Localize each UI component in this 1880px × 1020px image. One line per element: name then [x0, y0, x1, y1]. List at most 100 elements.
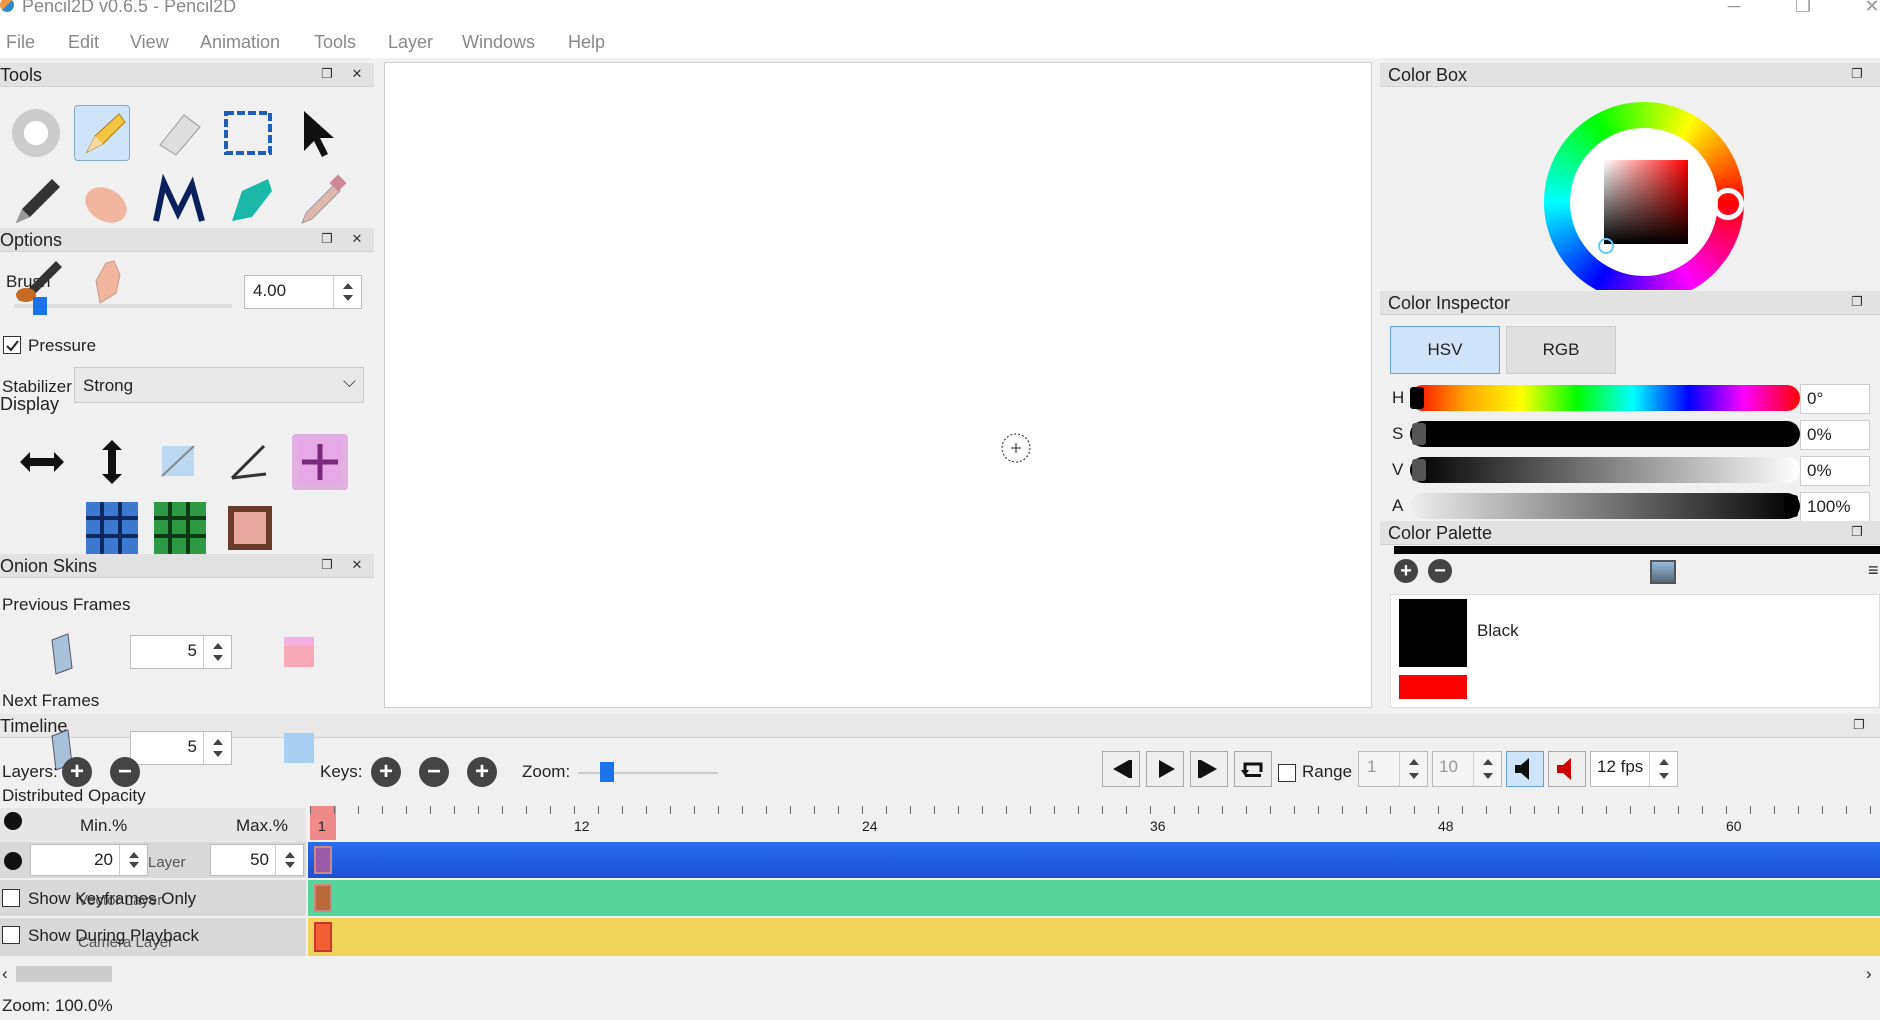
alpha-value[interactable]: 100%	[1800, 492, 1870, 522]
pressure-checkbox[interactable]	[3, 336, 21, 354]
pen-tool-icon[interactable]	[8, 173, 64, 229]
add-layer-icon[interactable]: +	[62, 757, 92, 787]
select-tool-icon[interactable]	[220, 105, 276, 161]
value-value[interactable]: 0%	[1800, 456, 1870, 486]
vertical-flip-icon[interactable]	[84, 434, 140, 490]
next-onion-color-swatch[interactable]	[284, 733, 314, 763]
maximize-icon[interactable]: ❐	[1783, 0, 1823, 22]
range-end-spinbox[interactable]: 10	[1432, 751, 1502, 787]
polyline-tool-icon[interactable]	[150, 173, 206, 229]
hue-value[interactable]: 0°	[1800, 384, 1870, 414]
close-panel-icon[interactable]: ✕	[350, 232, 364, 246]
size-spinbox[interactable]: 4.00	[244, 275, 362, 309]
float-icon[interactable]: ❐	[320, 558, 334, 572]
value-slider[interactable]	[1410, 457, 1800, 483]
timeline-scrollbar[interactable]: ‹ ›	[0, 962, 1880, 986]
range-checkbox[interactable]	[1278, 764, 1296, 782]
play-icon[interactable]	[1146, 751, 1184, 787]
chevron-left-icon[interactable]: ‹	[2, 964, 8, 984]
overlay-center-icon[interactable]	[292, 434, 348, 490]
sound-on-icon[interactable]	[1506, 751, 1544, 787]
loop-icon[interactable]	[1234, 751, 1272, 787]
timeline-zoom-track[interactable]	[578, 772, 718, 774]
play-next-frame-icon[interactable]	[1190, 751, 1228, 787]
overlay-thirds-icon[interactable]	[152, 434, 208, 490]
hue-slider[interactable]	[1410, 385, 1800, 411]
bucket-tool-icon[interactable]	[222, 173, 278, 229]
palette-menu-icon[interactable]: ≡	[1868, 560, 1879, 581]
menu-windows[interactable]: Windows	[462, 32, 535, 53]
prev-onion-color-swatch[interactable]	[284, 637, 314, 667]
timeline-ruler[interactable]: 1 12 24 36 48 60	[310, 806, 1880, 840]
previous-frames-spinbox[interactable]: 5	[130, 635, 232, 669]
show-keyframes-checkbox[interactable]	[2, 889, 20, 907]
float-icon[interactable]: ❐	[1850, 295, 1864, 309]
eraser-tool-icon[interactable]	[150, 105, 206, 161]
alpha-slider[interactable]	[1410, 493, 1800, 519]
keyframe[interactable]	[314, 884, 332, 912]
range-start-spinbox[interactable]: 1	[1358, 751, 1428, 787]
layer-visibility-icon[interactable]	[4, 852, 22, 870]
remove-color-icon[interactable]: −	[1428, 559, 1452, 583]
add-key-icon[interactable]: +	[371, 757, 401, 787]
remove-key-icon[interactable]: −	[419, 757, 449, 787]
menu-view[interactable]: View	[130, 32, 169, 53]
tab-hsv[interactable]: HSV	[1390, 326, 1500, 374]
add-color-icon[interactable]: +	[1394, 559, 1418, 583]
camera-border-icon[interactable]	[222, 500, 278, 556]
float-icon[interactable]: ❐	[1850, 67, 1864, 81]
palette-swatch-black[interactable]	[1399, 599, 1467, 667]
saturation-value-square[interactable]	[1604, 160, 1688, 244]
layer-row-1[interactable]: Layer 20 50	[0, 842, 306, 878]
menu-layer[interactable]: Layer	[388, 32, 433, 53]
tab-rgb[interactable]: RGB	[1506, 326, 1616, 374]
grid-a-icon[interactable]	[84, 500, 140, 556]
saturation-slider[interactable]	[1410, 421, 1800, 447]
palette-swatch-red[interactable]	[1399, 675, 1467, 699]
fps-spinbox[interactable]: 12 fps	[1590, 751, 1678, 787]
clear-tool-icon[interactable]	[8, 105, 64, 161]
float-icon[interactable]: ❐	[1850, 525, 1864, 539]
next-frames-spinbox[interactable]: 5	[130, 731, 232, 765]
scrollbar-thumb[interactable]	[16, 966, 112, 982]
sound-scrub-icon[interactable]	[1548, 751, 1586, 787]
horizontal-flip-icon[interactable]	[14, 434, 70, 490]
chevron-right-icon[interactable]: ›	[1866, 964, 1872, 984]
sv-picker-handle[interactable]	[1598, 238, 1614, 254]
layer-row-2[interactable]: Vector Layer Show Keyframes Only	[0, 880, 306, 916]
visibility-all-icon[interactable]	[4, 812, 22, 830]
float-icon[interactable]: ❐	[320, 67, 334, 81]
size-slider-thumb[interactable]	[33, 297, 47, 315]
keyframe[interactable]	[314, 846, 332, 874]
menu-edit[interactable]: Edit	[68, 32, 99, 53]
remove-layer-icon[interactable]: −	[110, 757, 140, 787]
keyframe[interactable]	[314, 922, 332, 952]
close-icon[interactable]: ✕	[1852, 0, 1880, 22]
timeline-zoom-thumb[interactable]	[600, 762, 614, 782]
move-tool-icon[interactable]	[292, 105, 348, 161]
menu-tools[interactable]: Tools	[314, 32, 356, 53]
show-playback-checkbox[interactable]	[2, 926, 20, 944]
close-panel-icon[interactable]: ✕	[350, 558, 364, 572]
min-opacity-spinbox[interactable]: 20	[30, 844, 148, 876]
minimize-icon[interactable]: ─	[1714, 0, 1754, 22]
palette-name-black[interactable]: Black	[1477, 621, 1519, 641]
hue-picker-handle[interactable]	[1712, 188, 1744, 220]
duplicate-key-icon[interactable]: +	[467, 757, 497, 787]
hand-tool-icon[interactable]	[78, 173, 134, 229]
max-opacity-spinbox[interactable]: 50	[210, 844, 304, 876]
grid-b-icon[interactable]	[152, 500, 208, 556]
drawing-canvas[interactable]	[384, 62, 1372, 708]
float-icon[interactable]: ❐	[1852, 718, 1866, 732]
onion-prev-toggle-icon[interactable]	[48, 632, 76, 676]
perspective-icon[interactable]	[222, 434, 278, 490]
menu-file[interactable]: File	[6, 32, 35, 53]
close-panel-icon[interactable]: ✕	[350, 67, 364, 81]
palette-image-icon[interactable]	[1650, 560, 1676, 584]
play-previous-frame-icon[interactable]	[1102, 751, 1140, 787]
eyedropper-tool-icon[interactable]	[294, 173, 350, 229]
layer-row-3[interactable]: Camera Layer Show During Playback	[0, 918, 306, 956]
menu-animation[interactable]: Animation	[200, 32, 280, 53]
pencil-tool-icon[interactable]	[74, 105, 130, 161]
track-camera-layer[interactable]	[308, 918, 1880, 956]
